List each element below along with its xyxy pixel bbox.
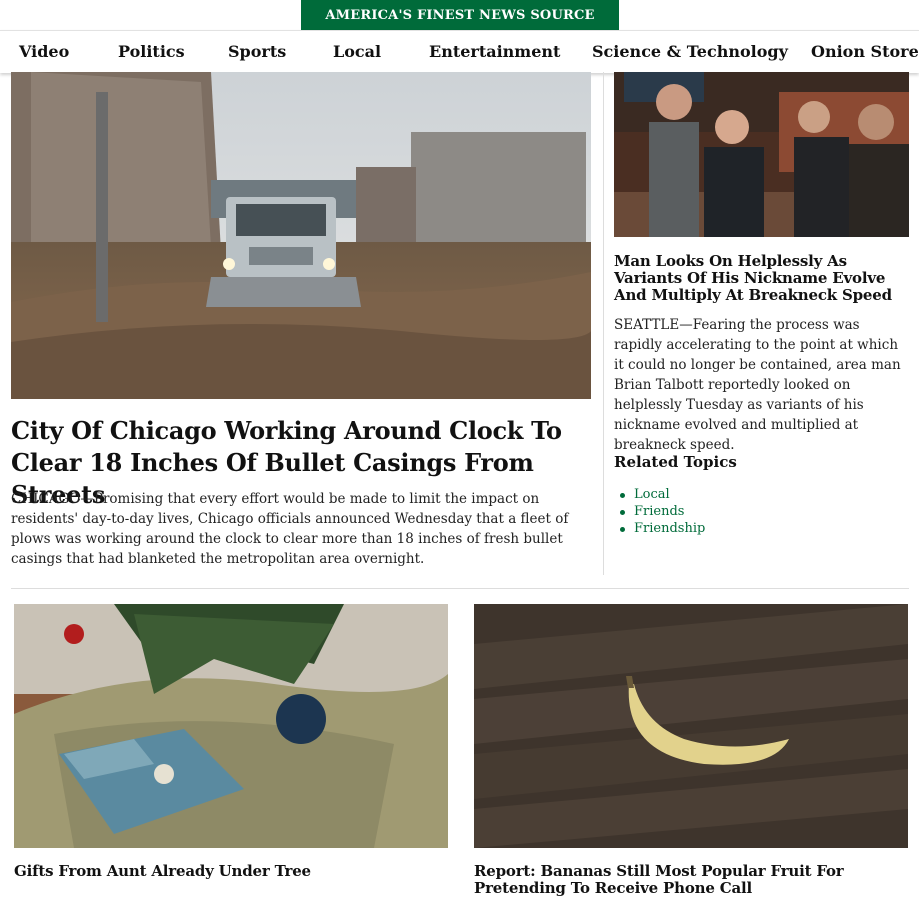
nav-item-politics[interactable]: Politics: [118, 31, 185, 73]
card-headline-bananas[interactable]: Report: Bananas Still Most Popular Fruit…: [474, 863, 908, 897]
side-story-dek: SEATTLE—Fearing the process was rapidly …: [614, 317, 901, 453]
nav-item-onion-store[interactable]: Onion Store: [811, 31, 919, 73]
main-nav: Video Politics Sports Local Entertainmen…: [0, 30, 919, 73]
brand-tagline-bar[interactable]: AMERICA'S FINEST NEWS SOURCE: [301, 0, 619, 30]
related-topic-local[interactable]: Local: [619, 486, 705, 503]
side-story-headline[interactable]: Man Looks On Helplessly As Variants Of H…: [614, 253, 906, 304]
section-divider: [11, 588, 909, 589]
nav-item-entertainment[interactable]: Entertainment: [429, 31, 560, 73]
card-image-banana[interactable]: [474, 604, 908, 848]
related-topic-friendship[interactable]: Friendship: [619, 520, 705, 537]
brand-tagline: AMERICA'S FINEST NEWS SOURCE: [325, 7, 595, 23]
card-headline-gifts[interactable]: Gifts From Aunt Already Under Tree: [14, 863, 448, 880]
related-topics-list: Local Friends Friendship: [619, 486, 705, 537]
nav-item-science-technology[interactable]: Science & Technology: [592, 31, 788, 73]
nav-item-video[interactable]: Video: [19, 31, 69, 73]
main-story-image[interactable]: [11, 72, 591, 399]
card-image-gifts[interactable]: [14, 604, 448, 848]
nav-item-local[interactable]: Local: [333, 31, 381, 73]
nav-item-sports[interactable]: Sports: [228, 31, 286, 73]
main-story-dek: CHICAGO—Promising that every effort woul…: [11, 491, 569, 567]
related-topics-heading: Related Topics: [614, 453, 737, 471]
related-topic-friends[interactable]: Friends: [619, 503, 705, 520]
column-divider: [603, 72, 604, 575]
side-story-image[interactable]: [614, 72, 909, 237]
